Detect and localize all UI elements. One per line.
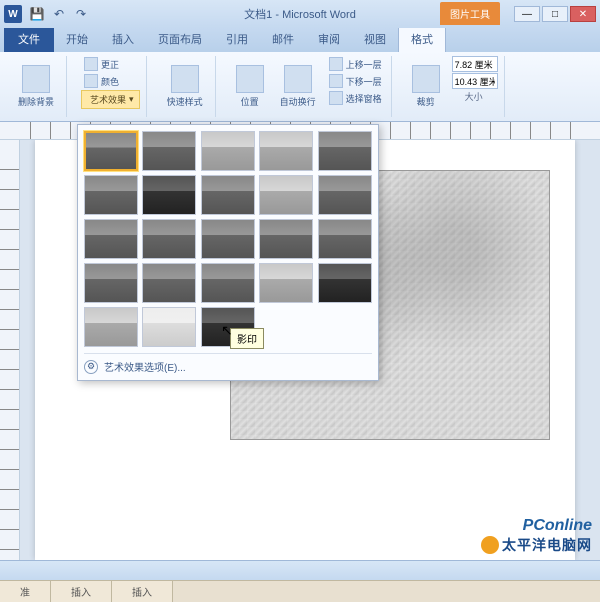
effect-thumb-3[interactable] (201, 131, 255, 171)
corrections-button[interactable]: 更正 (81, 56, 140, 72)
footer-tab-3[interactable]: 插入 (112, 581, 173, 602)
effect-thumb-none[interactable] (84, 131, 138, 171)
effect-thumb-2[interactable] (142, 131, 196, 171)
window-title: 文档1 - Microsoft Word (244, 6, 356, 22)
file-tab[interactable]: 文件 (4, 26, 54, 52)
color-button[interactable]: 颜色 (81, 73, 140, 89)
brightness-icon (84, 57, 98, 71)
effect-thumb-9[interactable] (259, 175, 313, 215)
effect-thumb-21[interactable] (84, 307, 138, 347)
artistic-effects-options-link[interactable]: ⚙ 艺术效果选项(E)... (84, 353, 372, 374)
word-app-icon: W (4, 5, 22, 23)
position-icon (236, 65, 264, 93)
effect-thumb-20[interactable] (318, 263, 372, 303)
artistic-effects-button[interactable]: 艺术效果 ▾ (81, 90, 140, 109)
watermark-brand-en: PConline (481, 517, 592, 535)
effect-thumb-8[interactable] (201, 175, 255, 215)
tab-insert[interactable]: 插入 (100, 26, 146, 52)
width-input[interactable] (452, 73, 498, 89)
effect-thumb-5[interactable] (318, 131, 372, 171)
effect-tooltip: 影印 (230, 328, 264, 349)
tab-review[interactable]: 审阅 (306, 26, 352, 52)
footer-tab-2[interactable]: 插入 (51, 581, 112, 602)
send-backward-button[interactable]: 下移一层 (326, 73, 385, 89)
effect-thumb-4[interactable] (259, 131, 313, 171)
footer-tab-1[interactable]: 准 (0, 581, 51, 602)
selection-pane-button[interactable]: 选择窗格 (326, 90, 385, 106)
size-group-label: 大小 (450, 90, 498, 103)
effect-thumb-10[interactable] (318, 175, 372, 215)
effect-thumb-18[interactable] (201, 263, 255, 303)
effect-thumb-11[interactable] (84, 219, 138, 259)
watermark-brand-cn: 太平洋电脑网 (502, 535, 592, 555)
styles-icon (171, 65, 199, 93)
artistic-effects-gallery: ⚙ 艺术效果选项(E)... (77, 124, 379, 381)
color-icon (84, 74, 98, 88)
context-tab-label: 图片工具 (440, 2, 500, 25)
effect-thumb-19[interactable] (259, 263, 313, 303)
remove-background-button[interactable]: 删除背景 (12, 56, 60, 117)
height-input[interactable] (452, 56, 498, 72)
close-button[interactable]: ✕ (570, 6, 596, 22)
wraptext-icon (284, 65, 312, 93)
tab-references[interactable]: 引用 (214, 26, 260, 52)
tab-view[interactable]: 视图 (352, 26, 398, 52)
effect-thumb-12[interactable] (142, 219, 196, 259)
effect-thumb-16[interactable] (84, 263, 138, 303)
status-bar (0, 560, 600, 580)
effect-thumb-13[interactable] (201, 219, 255, 259)
maximize-button[interactable]: □ (542, 6, 568, 22)
remove-bg-icon (22, 65, 50, 93)
effect-thumb-15[interactable] (318, 219, 372, 259)
crop-button[interactable]: 裁剪 (406, 56, 446, 117)
redo-icon[interactable]: ↷ (72, 5, 90, 23)
forward-icon (329, 57, 343, 71)
backward-icon (329, 74, 343, 88)
crop-icon (412, 65, 440, 93)
effect-thumb-14[interactable] (259, 219, 313, 259)
tab-format[interactable]: 格式 (398, 25, 446, 52)
options-icon: ⚙ (84, 360, 98, 374)
position-button[interactable]: 位置 (230, 56, 270, 117)
quick-styles-button[interactable]: 快速样式 (161, 56, 209, 117)
undo-icon[interactable]: ↶ (50, 5, 68, 23)
tab-pagelayout[interactable]: 页面布局 (146, 26, 214, 52)
save-icon[interactable]: 💾 (28, 5, 46, 23)
height-spinner[interactable] (450, 56, 498, 72)
watermark-badge-icon (481, 536, 499, 554)
bring-forward-button[interactable]: 上移一层 (326, 56, 385, 72)
minimize-button[interactable]: — (514, 6, 540, 22)
ruler-vertical[interactable] (0, 140, 20, 560)
mouse-cursor: ↖ (221, 322, 233, 339)
watermark: PConline 太平洋电脑网 (481, 517, 592, 555)
selection-icon (329, 91, 343, 105)
width-spinner[interactable] (450, 73, 498, 89)
effect-thumb-7[interactable] (142, 175, 196, 215)
effect-thumb-22[interactable] (142, 307, 196, 347)
tab-mailings[interactable]: 邮件 (260, 26, 306, 52)
tab-home[interactable]: 开始 (54, 26, 100, 52)
wrap-text-button[interactable]: 自动换行 (274, 56, 322, 117)
effect-thumb-6[interactable] (84, 175, 138, 215)
effect-thumb-17[interactable] (142, 263, 196, 303)
